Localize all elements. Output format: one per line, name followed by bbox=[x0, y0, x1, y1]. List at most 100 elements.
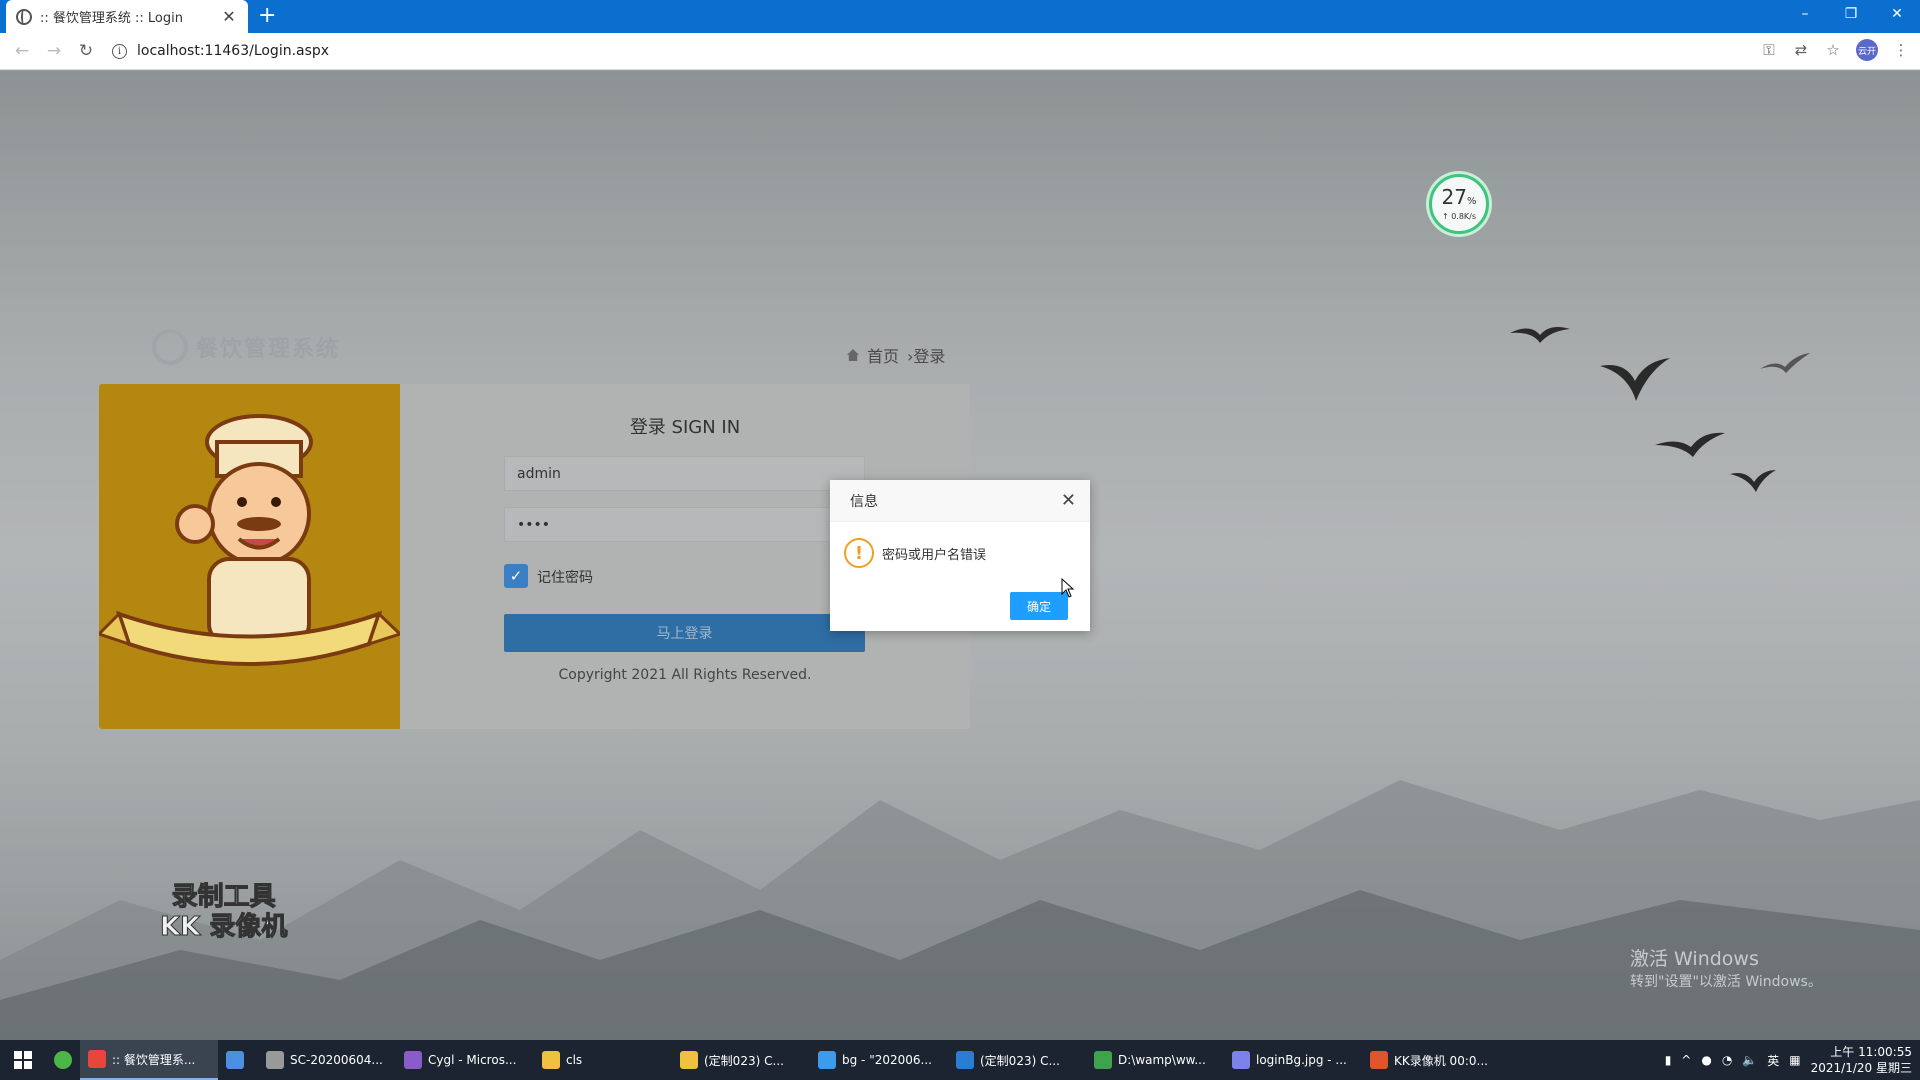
taskbar-item-label: cls bbox=[566, 1053, 583, 1067]
taskbar-item[interactable]: bg - "202006... bbox=[810, 1040, 948, 1080]
breadcrumb-current: ›登录 bbox=[907, 347, 946, 366]
keyboard-icon[interactable]: ▦ bbox=[1789, 1053, 1800, 1067]
network-speed-widget[interactable]: 27% ↑ 0.8K/s bbox=[1429, 174, 1489, 234]
taskbar-item-label: D:\wamp\ww... bbox=[1118, 1053, 1206, 1067]
recorder-watermark-line1: 录制工具 bbox=[171, 882, 276, 913]
taskbar-item-label: Cygl - Micros... bbox=[428, 1053, 517, 1067]
activate-windows-title: 激活 Windows bbox=[1630, 948, 1759, 970]
browser-tab-bar: :: 餐饮管理系统 :: Login ✕ + – ❐ ✕ bbox=[0, 0, 1920, 33]
battery-icon[interactable]: ▮ bbox=[1665, 1053, 1672, 1067]
taskbar-item[interactable]: KK录像机 00:0... bbox=[1362, 1040, 1500, 1080]
app-icon bbox=[266, 1051, 284, 1069]
bird-icon bbox=[1600, 358, 1670, 401]
clock[interactable]: 上午 11:00:55 2021/1/20 星期三 bbox=[1811, 1044, 1912, 1076]
taskbar-item[interactable]: cls bbox=[534, 1040, 672, 1080]
app-icon bbox=[404, 1051, 422, 1069]
close-window-button[interactable]: ✕ bbox=[1874, 0, 1920, 28]
login-button[interactable]: 马上登录 bbox=[504, 614, 865, 652]
minimize-button[interactable]: – bbox=[1782, 0, 1828, 28]
remember-password-label: 记住密码 bbox=[537, 570, 593, 586]
back-icon[interactable]: ← bbox=[6, 41, 38, 61]
dialog-close-icon[interactable]: ✕ bbox=[1061, 490, 1076, 511]
start-button[interactable] bbox=[0, 1040, 46, 1080]
profile-avatar[interactable]: 云开 bbox=[1856, 39, 1878, 61]
remember-password-checkbox[interactable]: ✓ bbox=[504, 564, 528, 588]
taskbar-item[interactable]: D:\wamp\ww... bbox=[1086, 1040, 1224, 1080]
volume-icon[interactable]: 🔈 bbox=[1742, 1053, 1757, 1067]
app-icon bbox=[1094, 1051, 1112, 1069]
browser-360-icon bbox=[54, 1051, 72, 1069]
taskbar-item-label: :: 餐饮管理系... bbox=[112, 1052, 196, 1067]
breadcrumb-home[interactable]: 首页 bbox=[867, 343, 899, 367]
clock-time: 上午 11:00:55 bbox=[1830, 1045, 1912, 1059]
site-logo-text: 餐饮管理系统 bbox=[196, 337, 341, 362]
tray-app-icon[interactable]: ● bbox=[1701, 1053, 1711, 1067]
key-icon[interactable]: ⚿ bbox=[1760, 41, 1778, 59]
taskbar-item-label: SC-20200604... bbox=[290, 1053, 383, 1067]
app-icon bbox=[818, 1051, 836, 1069]
mouse-cursor-icon bbox=[1061, 578, 1075, 598]
speed-percent: 27 bbox=[1441, 185, 1467, 209]
taskbar: :: 餐饮管理系... SC-20200604... Cygl - Micros..… bbox=[0, 1040, 1920, 1080]
password-input[interactable]: •••• bbox=[504, 507, 865, 542]
url-text[interactable]: localhost:11463/Login.aspx bbox=[137, 43, 329, 59]
tab-close-icon[interactable]: ✕ bbox=[220, 7, 238, 26]
recorder-watermark: 录制工具 KK 录像机 bbox=[159, 882, 288, 943]
taskbar-item-label: loginBg.jpg - ... bbox=[1256, 1053, 1347, 1067]
chef-illustration-panel bbox=[99, 384, 403, 729]
username-input[interactable]: admin bbox=[504, 456, 865, 491]
app-icon bbox=[956, 1051, 974, 1069]
bird-icon bbox=[1510, 327, 1570, 343]
translate-icon[interactable]: ⇄ bbox=[1792, 41, 1810, 59]
windows-logo-icon bbox=[14, 1051, 32, 1069]
app-icon bbox=[680, 1051, 698, 1069]
taskbar-apps: :: 餐饮管理系... SC-20200604... Cygl - Micros..… bbox=[80, 1040, 1500, 1080]
chef-mascot-icon bbox=[99, 414, 403, 666]
breadcrumb: 首页 ›登录 bbox=[847, 343, 945, 367]
address-bar: ← → ↻ i localhost:11463/Login.aspx ⚿ ⇄ ☆… bbox=[0, 33, 1920, 70]
reload-icon[interactable]: ↻ bbox=[70, 41, 102, 61]
dialog-ok-button[interactable]: 确定 bbox=[1010, 592, 1068, 620]
star-icon[interactable]: ☆ bbox=[1824, 41, 1842, 59]
network-icon[interactable]: ◔ bbox=[1722, 1053, 1732, 1067]
omnibox[interactable]: i localhost:11463/Login.aspx bbox=[112, 43, 329, 59]
globe-icon bbox=[16, 8, 32, 25]
logo-icon bbox=[152, 329, 188, 365]
ime-indicator[interactable]: 英 bbox=[1767, 1052, 1779, 1069]
taskbar-360-browser[interactable] bbox=[46, 1040, 80, 1080]
site-logo[interactable]: 餐饮管理系统 bbox=[152, 329, 340, 365]
home-icon bbox=[847, 349, 859, 361]
dialog-title: 信息 bbox=[830, 480, 1090, 522]
speed-percent-unit: % bbox=[1466, 196, 1477, 207]
forward-icon[interactable]: → bbox=[38, 41, 70, 61]
info-icon[interactable]: i bbox=[112, 43, 127, 59]
bird-icon bbox=[1730, 470, 1776, 492]
speed-rate: ↑ 0.8K/s bbox=[1441, 212, 1477, 221]
app-icon bbox=[1232, 1051, 1250, 1069]
taskbar-item[interactable]: (定制023) C... bbox=[672, 1040, 810, 1080]
taskbar-item[interactable] bbox=[218, 1040, 258, 1080]
taskbar-item[interactable]: Cygl - Micros... bbox=[396, 1040, 534, 1080]
browser-tab[interactable]: :: 餐饮管理系统 :: Login ✕ bbox=[6, 0, 248, 33]
taskbar-item[interactable]: loginBg.jpg - ... bbox=[1224, 1040, 1362, 1080]
activate-windows-hint: 转到"设置"以激活 Windows。 bbox=[1630, 974, 1822, 990]
tray-expand-icon[interactable]: ^ bbox=[1681, 1053, 1691, 1067]
recorder-watermark-line2: KK 录像机 bbox=[159, 912, 288, 943]
clock-date: 2021/1/20 星期三 bbox=[1810, 1061, 1912, 1075]
taskbar-item[interactable]: (定制023) C... bbox=[948, 1040, 1086, 1080]
dialog-message: 密码或用户名错误 bbox=[882, 547, 987, 563]
tab-title: :: 餐饮管理系统 :: Login bbox=[40, 11, 183, 26]
restore-button[interactable]: ❐ bbox=[1828, 0, 1874, 28]
copyright-text: Copyright 2021 All Rights Reserved. bbox=[558, 667, 812, 683]
menu-icon[interactable]: ⋮ bbox=[1892, 41, 1910, 59]
app-icon bbox=[88, 1050, 106, 1068]
new-tab-button[interactable]: + bbox=[258, 4, 276, 28]
app-icon bbox=[226, 1051, 244, 1069]
bird-icon bbox=[1655, 432, 1725, 457]
taskbar-item-label: (定制023) C... bbox=[704, 1053, 784, 1068]
bird-icon bbox=[1760, 353, 1810, 373]
taskbar-item[interactable]: SC-20200604... bbox=[258, 1040, 396, 1080]
app-icon bbox=[542, 1051, 560, 1069]
login-title: 登录 SIGN IN bbox=[629, 417, 741, 438]
taskbar-item[interactable]: :: 餐饮管理系... bbox=[80, 1040, 218, 1080]
